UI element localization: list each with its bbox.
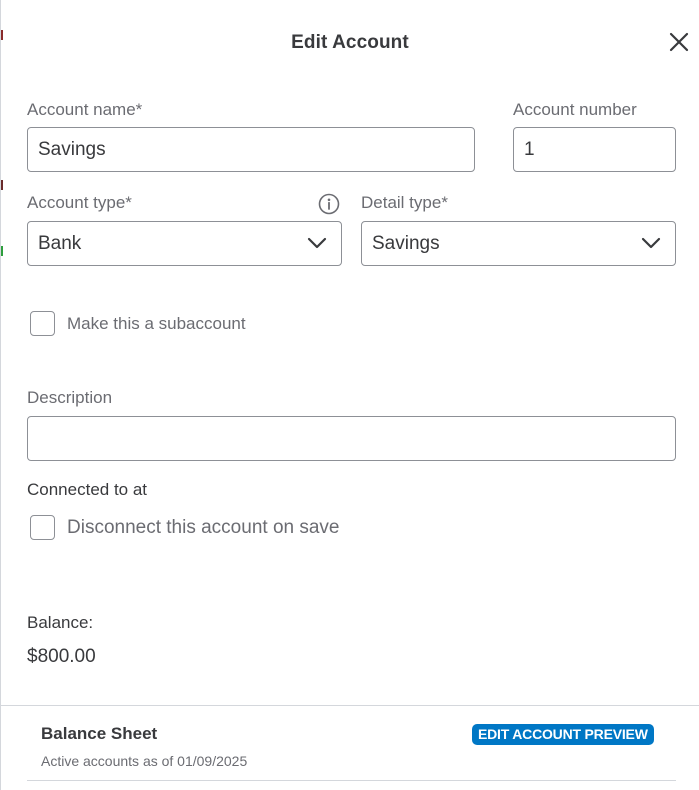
preview-divider xyxy=(27,780,676,781)
divider xyxy=(1,705,699,706)
close-button[interactable] xyxy=(665,28,693,56)
balance-sheet-subtitle: Active accounts as of 01/09/2025 xyxy=(41,753,248,769)
disconnect-checkbox[interactable] xyxy=(30,515,55,540)
account-name-input[interactable] xyxy=(27,127,475,172)
edit-account-preview-badge: EDIT ACCOUNT PREVIEW xyxy=(472,724,654,745)
description-label: Description xyxy=(27,388,113,407)
subaccount-label: Make this a subaccount xyxy=(67,314,246,333)
description-input[interactable] xyxy=(27,416,676,461)
account-name-label: Account name* xyxy=(27,100,143,119)
account-type-value: Bank xyxy=(38,233,82,254)
dialog-title: Edit Account xyxy=(291,32,409,53)
detail-type-value: Savings xyxy=(372,233,440,254)
account-number-input[interactable] xyxy=(513,127,676,172)
edit-account-panel: Edit Account Account name* Account numbe… xyxy=(0,0,699,790)
balance-sheet-title: Balance Sheet xyxy=(41,724,158,743)
chevron-down-icon xyxy=(307,237,327,249)
balance-value: $800.00 xyxy=(27,646,96,667)
connected-to-label: Connected to at xyxy=(27,480,148,499)
account-type-label: Account type* xyxy=(27,193,132,212)
account-type-select[interactable]: Bank xyxy=(27,221,342,266)
detail-type-label: Detail type* xyxy=(361,193,448,212)
close-icon xyxy=(669,32,689,52)
detail-type-select[interactable]: Savings xyxy=(361,221,676,266)
info-icon[interactable] xyxy=(318,193,340,215)
account-number-label: Account number xyxy=(513,100,637,119)
disconnect-label: Disconnect this account on save xyxy=(67,517,340,538)
subaccount-checkbox[interactable] xyxy=(30,311,55,336)
balance-label: Balance: xyxy=(27,613,94,632)
chevron-down-icon xyxy=(641,237,661,249)
